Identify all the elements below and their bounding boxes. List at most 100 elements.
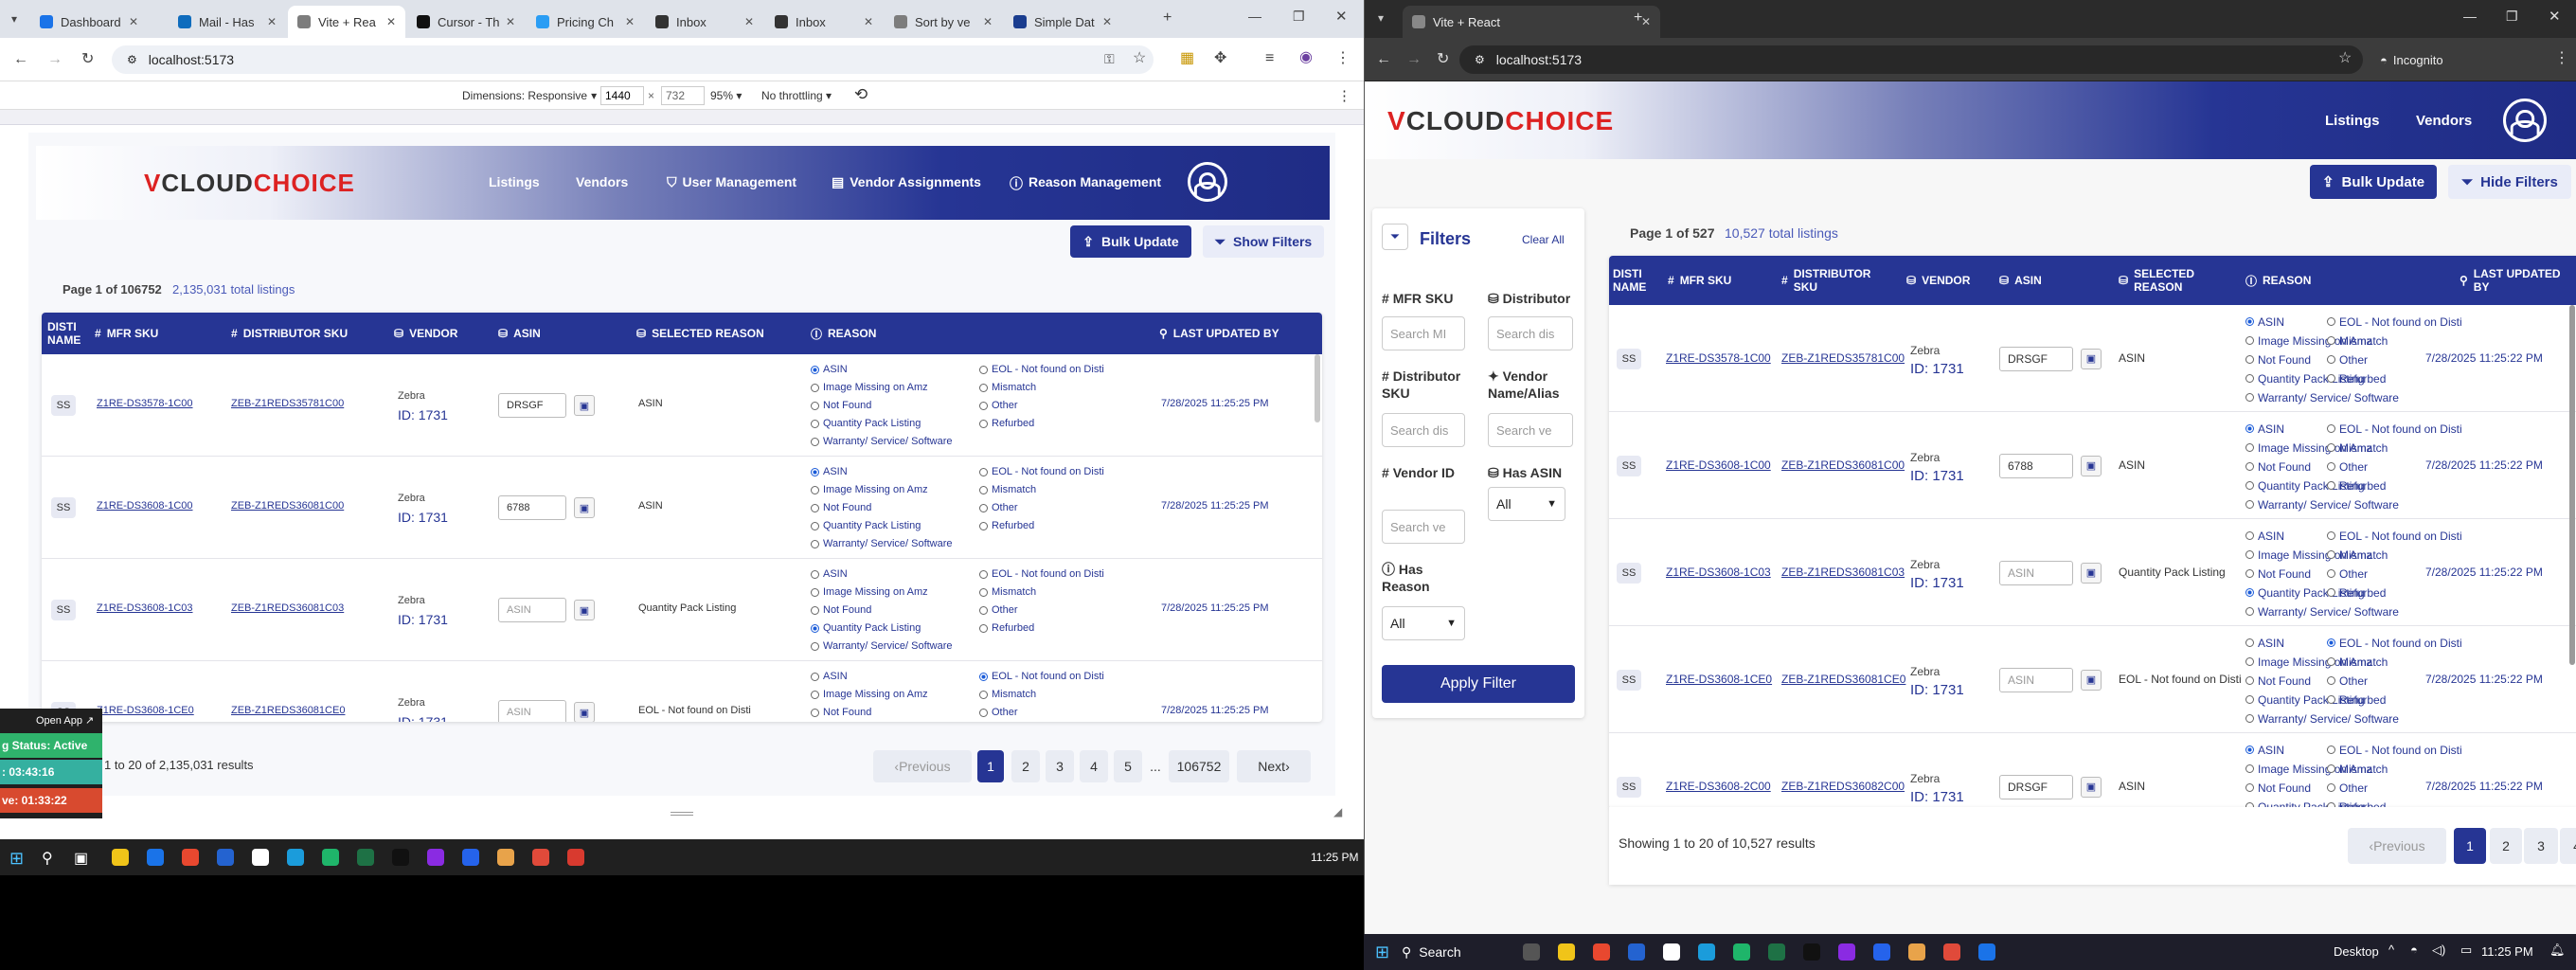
close-tab-icon[interactable]: ✕ xyxy=(129,15,138,28)
reason-radio[interactable]: Mismatch xyxy=(979,484,1036,495)
reason-radio[interactable]: ASIN xyxy=(2245,744,2284,757)
tab-search-icon[interactable]: ▾ xyxy=(11,13,17,25)
tab-vite-react[interactable]: Vite + React ✕ xyxy=(1403,6,1660,38)
taskbar-app-icon[interactable] xyxy=(182,849,199,866)
distributor-input[interactable]: Search dis xyxy=(1488,316,1573,350)
password-icon[interactable]: ⚿ xyxy=(1104,52,1115,65)
reason-radio[interactable]: EOL - Not found on Disti xyxy=(2327,744,2462,757)
page-2-button[interactable]: 2 xyxy=(1011,750,1040,782)
reason-radio[interactable]: ASIN xyxy=(2245,530,2284,543)
bookmark-star-icon[interactable]: ☆ xyxy=(2338,51,2352,66)
tab-search-icon[interactable]: ▾ xyxy=(1378,12,1384,24)
bulk-update-button[interactable]: ⇪ Bulk Update xyxy=(2310,165,2437,199)
has-reason-select[interactable]: All ▼ xyxy=(1382,606,1465,640)
reason-radio[interactable]: Not Found xyxy=(811,707,871,718)
restore-icon[interactable]: ❐ xyxy=(1293,9,1305,23)
reason-radio[interactable]: Other xyxy=(979,400,1018,411)
taskbar-app-icon[interactable] xyxy=(287,849,304,866)
back-icon[interactable]: ← xyxy=(1376,52,1391,67)
column-header[interactable]: ⛁ SELECTED REASON xyxy=(2119,256,2213,305)
reason-radio[interactable]: EOL - Not found on Disti xyxy=(979,364,1104,375)
table-scrollbar[interactable] xyxy=(2569,305,2575,665)
close-tab-icon[interactable]: ✕ xyxy=(864,15,873,28)
reason-radio[interactable]: ASIN xyxy=(811,466,848,477)
forward-icon[interactable]: → xyxy=(1406,52,1422,67)
page-3-button[interactable]: 3 xyxy=(1046,750,1074,782)
taskbar-app-icon[interactable] xyxy=(1733,943,1750,961)
has-asin-select[interactable]: All ▼ xyxy=(1488,487,1565,521)
taskbar-app-icon[interactable] xyxy=(357,849,374,866)
back-icon[interactable]: ← xyxy=(13,52,28,67)
extension-icon[interactable]: ▦ xyxy=(1180,51,1194,66)
reason-radio[interactable]: Refurbed xyxy=(979,622,1034,634)
taskbar-search-icon[interactable]: ⚲ xyxy=(42,849,53,868)
reason-radio[interactable]: EOL - Not found on Disti xyxy=(2327,422,2462,436)
taskbar-app-icon[interactable] xyxy=(1978,943,1995,961)
page-1-button[interactable]: 1 xyxy=(2454,828,2486,864)
asin-input[interactable]: DRSGF xyxy=(1999,346,2073,371)
close-tab-icon[interactable]: ✕ xyxy=(625,15,635,28)
previous-button[interactable]: ‹ Previous xyxy=(873,750,972,782)
site-info-icon[interactable]: ⚙ xyxy=(127,53,137,66)
reason-radio[interactable]: Warranty/ Service/ Software xyxy=(2245,605,2399,619)
reason-radio[interactable]: Mismatch xyxy=(2327,656,2388,669)
save-asin-button[interactable]: ▣ xyxy=(574,395,595,416)
distributor-sku-input[interactable]: Search dis xyxy=(1382,413,1465,447)
menu-kebab-icon[interactable]: ⋮ xyxy=(2554,51,2569,66)
mfr-sku-link[interactable]: Z1RE-DS3608-1C03 xyxy=(1666,566,1771,579)
reason-radio[interactable]: Not Found xyxy=(2245,567,2311,581)
site-info-icon[interactable]: ⚙ xyxy=(1475,53,1485,66)
reason-radio[interactable]: Warranty/ Service/ Software xyxy=(811,538,953,549)
mfr-sku-link[interactable]: Z1RE-DS3608-1C03 xyxy=(97,602,193,614)
vendor-name-input[interactable]: Search ve xyxy=(1488,413,1573,447)
reason-radio[interactable]: Quantity Pack Listing xyxy=(811,520,921,531)
reason-radio[interactable]: Warranty/ Service/ Software xyxy=(2245,712,2399,726)
taskbar-app-icon[interactable] xyxy=(1838,943,1855,961)
desktop-label[interactable]: Desktop xyxy=(2334,944,2379,959)
distributor-sku-link[interactable]: ZEB-Z1REDS36081CE0 xyxy=(231,705,345,716)
show-filters-button[interactable]: ⏷ Show Filters xyxy=(1203,225,1324,258)
device-height-input[interactable] xyxy=(661,86,705,105)
taskbar-app-icon[interactable] xyxy=(497,849,514,866)
device-width-input[interactable] xyxy=(600,86,644,105)
taskbar-app-icon[interactable] xyxy=(1628,943,1645,961)
network-icon[interactable]: ◓ xyxy=(2410,943,2418,957)
minimize-icon[interactable]: — xyxy=(1248,9,1261,23)
reason-radio[interactable]: Image Missing on Amz xyxy=(811,586,928,598)
close-tab-icon[interactable]: ✕ xyxy=(506,15,515,28)
asin-input[interactable]: 6788 xyxy=(498,495,566,520)
apply-filter-button[interactable]: Apply Filter xyxy=(1382,665,1575,703)
column-header[interactable]: ⚲ LAST UPDATED BY xyxy=(2460,256,2564,305)
taskbar-app-icon[interactable] xyxy=(1943,943,1960,961)
taskbar-app-icon[interactable] xyxy=(427,849,444,866)
user-avatar-icon[interactable] xyxy=(1188,162,1227,202)
asin-input[interactable]: ASIN xyxy=(1999,667,2073,692)
reason-radio[interactable]: Other xyxy=(2327,460,2368,474)
reason-radio[interactable]: Warranty/ Service/ Software xyxy=(2245,391,2399,404)
reason-radio[interactable]: Quantity Pack Listing xyxy=(811,622,921,634)
reason-radio[interactable]: ASIN xyxy=(2245,422,2284,436)
column-header[interactable]: ⛁ SELECTED REASON xyxy=(636,313,826,354)
reason-radio[interactable]: Image Missing on Amz xyxy=(811,382,928,393)
browser-tab[interactable]: Inbox ✕ xyxy=(765,6,883,38)
reason-radio[interactable]: Refurbed xyxy=(2327,372,2386,386)
menu-kebab-icon[interactable]: ⋮ xyxy=(1335,51,1351,66)
reason-radio[interactable]: ASIN xyxy=(2245,637,2284,650)
vendor-id-input[interactable]: Search ve xyxy=(1382,510,1465,544)
reason-radio[interactable]: Other xyxy=(2327,567,2368,581)
taskbar-app-icon[interactable] xyxy=(1873,943,1890,961)
browser-tab[interactable]: Dashboard ✕ xyxy=(30,6,148,38)
taskbar-app-icon[interactable] xyxy=(1523,943,1540,961)
reason-radio[interactable]: Mismatch xyxy=(2327,441,2388,455)
previous-button[interactable]: ‹ Previous xyxy=(2348,828,2446,864)
asin-input[interactable]: ASIN xyxy=(498,598,566,622)
save-asin-button[interactable]: ▣ xyxy=(574,702,595,722)
taskbar-app-icon[interactable] xyxy=(1698,943,1715,961)
bookmark-star-icon[interactable]: ☆ xyxy=(1133,51,1146,66)
battery-icon[interactable]: ▭ xyxy=(2460,943,2472,958)
column-header[interactable]: ⚲ LAST UPDATED BY xyxy=(1159,313,1311,354)
close-window-icon[interactable]: ✕ xyxy=(1335,9,1348,24)
save-asin-button[interactable]: ▣ xyxy=(2081,562,2102,584)
column-header[interactable]: DISTI NAME xyxy=(1613,256,1655,305)
zoom-dropdown[interactable]: 95% ▾ xyxy=(710,89,742,102)
